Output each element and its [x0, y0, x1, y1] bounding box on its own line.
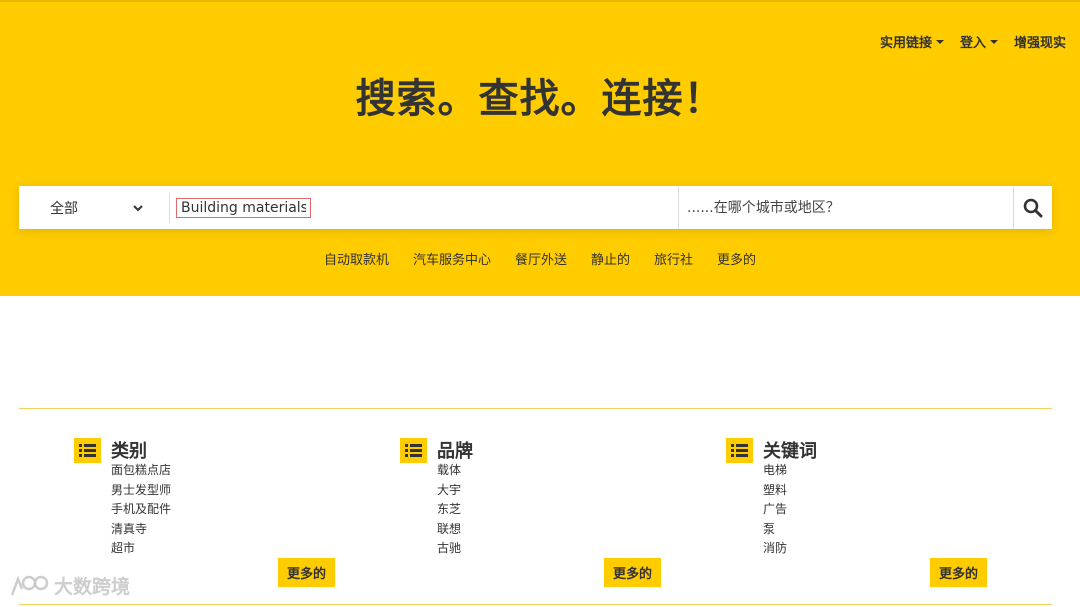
keyword-field-wrap — [170, 186, 678, 229]
quicklink-car-service[interactable]: 汽车服务中心 — [413, 249, 491, 268]
brand-column: 品牌 载体 大宇 东芝 联想 古驰 — [400, 437, 680, 559]
login-label: 登入 — [959, 36, 986, 51]
chevron-down-icon — [133, 204, 143, 211]
keyword-more-button[interactable]: 更多的 — [930, 558, 987, 587]
section-divider-top — [19, 408, 1052, 409]
list-item[interactable]: 古驰 — [437, 539, 680, 559]
list-item[interactable]: 联想 — [437, 520, 680, 540]
quicklink-static[interactable]: 静止的 — [591, 249, 630, 268]
list-item[interactable]: 手机及配件 — [111, 500, 354, 520]
list-item[interactable]: 清真寺 — [111, 520, 354, 540]
category-selected-value: 全部 — [50, 200, 78, 217]
list-item[interactable]: 消防 — [763, 539, 1006, 559]
list-item[interactable]: 超市 — [111, 539, 354, 559]
category-select[interactable]: 全部 — [19, 186, 169, 229]
search-icon — [1023, 198, 1043, 217]
column-title: 品牌 — [437, 441, 473, 462]
page-title: 搜索。查找。连接！ — [355, 76, 725, 122]
useful-links-label: 实用链接 — [879, 36, 932, 51]
column-title: 类别 — [111, 441, 147, 462]
list-item[interactable]: 泵 — [763, 520, 1006, 540]
list-item[interactable]: 载体 — [437, 461, 680, 481]
location-field-wrap — [678, 186, 1014, 229]
category-column: 类别 面包糕点店 男士发型师 手机及配件 清真寺 超市 — [74, 437, 354, 559]
column-title: 关键词 — [763, 441, 817, 462]
ar-link[interactable]: 增强现实 — [1014, 32, 1066, 51]
keyword-input[interactable] — [176, 197, 311, 218]
brand-more-button[interactable]: 更多的 — [604, 558, 661, 587]
location-input[interactable] — [687, 199, 1007, 216]
ar-label: 增强现实 — [1013, 36, 1066, 51]
quicklink-more[interactable]: 更多的 — [717, 249, 756, 268]
top-nav: 实用链接 登入 增强现实 — [880, 32, 1066, 51]
list-item[interactable]: 电梯 — [763, 461, 1006, 481]
list-icon — [400, 437, 427, 463]
list-icon — [74, 437, 101, 463]
keyword-column: 关键词 电梯 塑料 广告 泵 消防 — [726, 437, 1006, 559]
search-bar: 全部 — [19, 186, 1052, 229]
list-item[interactable]: 塑料 — [763, 481, 1006, 501]
list-item[interactable]: 大宇 — [437, 481, 680, 501]
list-icon — [726, 437, 753, 463]
quick-links: 自动取款机 汽车服务中心 餐厅外送 静止的 旅行社 更多的 — [0, 249, 1080, 268]
quicklink-travel-agency[interactable]: 旅行社 — [654, 249, 693, 268]
section-divider-bottom — [19, 604, 1052, 605]
caret-down-icon — [989, 39, 998, 44]
quicklink-restaurant-delivery[interactable]: 餐厅外送 — [515, 249, 567, 268]
search-button[interactable] — [1014, 186, 1052, 229]
login-menu[interactable]: 登入 — [960, 32, 998, 51]
list-item[interactable]: 广告 — [763, 500, 1006, 520]
watermark-text: 大数跨境 — [54, 576, 131, 598]
quicklink-atm[interactable]: 自动取款机 — [324, 249, 389, 268]
category-more-button[interactable]: 更多的 — [278, 558, 335, 587]
useful-links-menu[interactable]: 实用链接 — [880, 32, 944, 51]
watermark-logo-icon — [10, 575, 49, 595]
list-item[interactable]: 东芝 — [437, 500, 680, 520]
caret-down-icon — [935, 39, 944, 44]
list-item[interactable]: 面包糕点店 — [111, 461, 354, 481]
list-item[interactable]: 男士发型师 — [111, 481, 354, 501]
watermark: 大数跨境 — [8, 572, 130, 599]
